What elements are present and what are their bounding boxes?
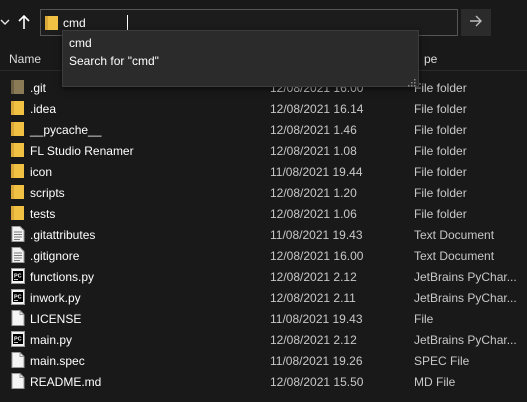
svg-text:PC: PC bbox=[14, 337, 22, 343]
file-row[interactable]: __pycache__ 12/08/2021 1.46 File folder bbox=[0, 119, 527, 140]
file-date-modified: 12/08/2021 1.46 bbox=[270, 123, 357, 137]
file-type: Text Document bbox=[414, 228, 495, 242]
file-row[interactable]: .gitignore 12/08/2021 16.00 Text Document bbox=[0, 245, 527, 266]
file-date-modified: 11/08/2021 19.44 bbox=[270, 165, 363, 179]
file-date-modified: 12/08/2021 1.20 bbox=[270, 186, 357, 200]
folder-icon bbox=[11, 142, 25, 158]
file-type: JetBrains PyChar... bbox=[414, 291, 517, 305]
file-name: .gitignore bbox=[30, 249, 80, 263]
file-date-modified: 11/08/2021 19.43 bbox=[270, 312, 363, 326]
file-date-modified: 12/08/2021 2.12 bbox=[270, 333, 357, 347]
right-arrow-icon bbox=[469, 15, 483, 30]
file-list: .git 12/08/2021 16.00 File folder .idea 12/0… bbox=[0, 77, 527, 392]
file-name: .gitattributes bbox=[30, 228, 96, 242]
blank-file-icon bbox=[11, 373, 25, 389]
suggestion-item[interactable]: cmd bbox=[69, 36, 92, 50]
file-row[interactable]: main.spec 11/08/2021 19.26 SPEC File bbox=[0, 350, 527, 371]
file-type: File folder bbox=[414, 123, 467, 137]
recent-locations-chevron-icon[interactable] bbox=[0, 12, 10, 32]
file-type: File bbox=[414, 312, 434, 326]
file-row[interactable]: PC main.py 12/08/2021 2.12 JetBrains PyChar… bbox=[0, 329, 527, 350]
file-row[interactable]: icon 11/08/2021 19.44 File folder bbox=[0, 161, 527, 182]
folder-icon bbox=[11, 100, 25, 116]
svg-text:PC: PC bbox=[14, 295, 22, 301]
file-name: functions.py bbox=[30, 270, 95, 284]
file-row[interactable]: .idea 12/08/2021 16.14 File folder bbox=[0, 98, 527, 119]
blank-file-icon bbox=[11, 352, 25, 368]
refresh-button[interactable] bbox=[500, 9, 527, 36]
file-date-modified: 12/08/2021 2.12 bbox=[270, 270, 357, 284]
file-name: icon bbox=[30, 165, 53, 179]
text-document-icon bbox=[11, 226, 25, 242]
folder-hidden-icon bbox=[11, 79, 25, 95]
file-row[interactable]: tests 12/08/2021 1.06 File folder bbox=[0, 203, 527, 224]
file-type: JetBrains PyChar... bbox=[414, 270, 517, 284]
file-row[interactable]: scripts 12/08/2021 1.20 File folder bbox=[0, 182, 527, 203]
pycharm-file-icon: PC bbox=[11, 331, 25, 347]
text-caret bbox=[127, 15, 128, 30]
blank-file-icon bbox=[11, 310, 25, 326]
svg-text:PC: PC bbox=[14, 274, 22, 280]
file-name: .idea bbox=[30, 102, 57, 116]
file-date-modified: 12/08/2021 2.11 bbox=[270, 291, 356, 305]
file-date-modified: 12/08/2021 1.08 bbox=[270, 144, 357, 158]
file-date-modified: 11/08/2021 19.26 bbox=[270, 354, 363, 368]
folder-icon bbox=[11, 184, 25, 200]
text-document-icon bbox=[11, 247, 25, 263]
file-type: File folder bbox=[414, 102, 467, 116]
file-name: tests bbox=[30, 207, 56, 221]
pycharm-file-icon: PC bbox=[11, 268, 25, 284]
file-name: FL Studio Renamer bbox=[30, 144, 134, 158]
file-row[interactable]: .gitattributes 11/08/2021 19.43 Text Docum… bbox=[0, 224, 527, 245]
file-type: JetBrains PyChar... bbox=[414, 333, 517, 347]
file-row[interactable]: FL Studio Renamer 12/08/2021 1.08 File fol… bbox=[0, 140, 527, 161]
file-type: File folder bbox=[414, 165, 467, 179]
file-type: SPEC File bbox=[414, 354, 470, 368]
go-button[interactable] bbox=[461, 9, 491, 36]
file-name: LICENSE bbox=[30, 312, 82, 326]
file-type: File folder bbox=[414, 144, 467, 158]
folder-icon bbox=[45, 15, 59, 34]
file-row[interactable]: LICENSE 11/08/2021 19.43 File bbox=[0, 308, 527, 329]
file-row[interactable]: PC functions.py 12/08/2021 2.12 JetBrains P… bbox=[0, 266, 527, 287]
pycharm-file-icon: PC bbox=[11, 289, 25, 305]
file-name: main.spec bbox=[30, 354, 85, 368]
file-type: File folder bbox=[414, 186, 467, 200]
file-name: scripts bbox=[30, 186, 65, 200]
file-date-modified: 12/08/2021 16.14 bbox=[270, 102, 364, 116]
column-name-header[interactable]: Name bbox=[9, 52, 41, 66]
file-explorer-window: Name pe .git 12/08/2021 16.00 File folder.… bbox=[0, 0, 527, 402]
file-date-modified: 11/08/2021 19.43 bbox=[270, 228, 363, 242]
folder-icon bbox=[11, 163, 25, 179]
file-name: main.py bbox=[30, 333, 73, 347]
file-row[interactable]: README.md 12/08/2021 15.50 MD File bbox=[0, 371, 527, 392]
file-type: Text Document bbox=[414, 249, 495, 263]
file-date-modified: 12/08/2021 16.00 bbox=[270, 249, 364, 263]
file-row[interactable]: PC inwork.py 12/08/2021 2.11 JetBrains PyCh… bbox=[0, 287, 527, 308]
file-date-modified: 12/08/2021 1.06 bbox=[270, 207, 357, 221]
file-name: __pycache__ bbox=[30, 123, 102, 137]
folder-icon bbox=[11, 121, 25, 137]
resize-grip-icon[interactable] bbox=[408, 76, 416, 87]
file-name: README.md bbox=[30, 375, 102, 389]
column-type-header[interactable]: pe bbox=[424, 52, 437, 66]
folder-icon bbox=[11, 205, 25, 221]
file-name: inwork.py bbox=[30, 291, 81, 305]
file-type: File folder bbox=[414, 207, 467, 221]
up-arrow-icon[interactable] bbox=[14, 12, 34, 32]
file-type: File folder bbox=[414, 81, 467, 95]
suggestion-item[interactable]: Search for "cmd" bbox=[69, 54, 159, 68]
address-suggestions-dropdown: cmd Search for "cmd" bbox=[62, 30, 419, 87]
file-type: MD File bbox=[414, 375, 456, 389]
file-name: .git bbox=[30, 81, 47, 95]
file-date-modified: 12/08/2021 15.50 bbox=[270, 375, 364, 389]
